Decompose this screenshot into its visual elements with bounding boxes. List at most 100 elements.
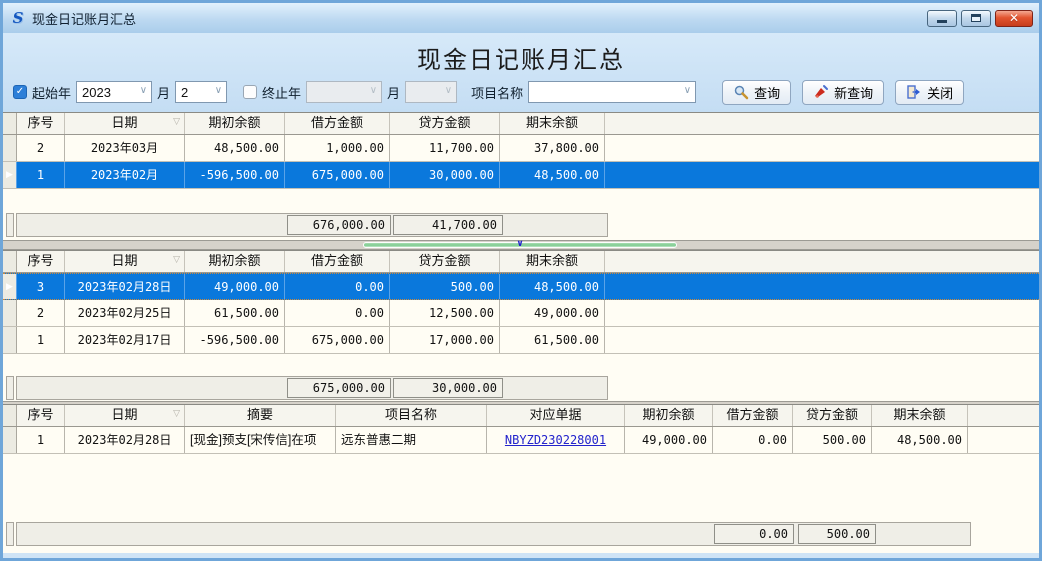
start-year-checkbox[interactable]: ✓ [13, 85, 27, 99]
row-pointer-icon: ▶ [6, 281, 13, 291]
totals-stub [6, 213, 14, 237]
header-seq[interactable]: 序号 [17, 405, 65, 426]
monthly-table-header: 序号 日期▽ 期初余额 借方金额 贷方金额 期末余额 [3, 113, 1039, 135]
header-credit[interactable]: 贷方金额 [390, 251, 500, 272]
header-credit[interactable]: 贷方金额 [793, 405, 872, 426]
table-row-selected[interactable]: ▶ 3 2023年02月28日 49,000.00 0.00 500.00 48… [3, 273, 1039, 300]
row-selector [3, 427, 17, 453]
cell-closing: 48,500.00 [872, 427, 968, 453]
table-row[interactable]: 1 2023年02月28日 [现金]预支[宋传信]在项 远东普惠二期 NBYZD… [3, 427, 1039, 454]
start-month-select[interactable]: 2∨ [175, 81, 227, 103]
header-opening[interactable]: 期初余额 [185, 113, 285, 134]
row-selector [3, 135, 17, 161]
cell-seq: 3 [17, 274, 65, 299]
header-credit[interactable]: 贷方金额 [390, 113, 500, 134]
table-row-selected[interactable]: ▶ 1 2023年02月 -596,500.00 675,000.00 30,0… [3, 162, 1039, 189]
table-row[interactable]: 2 2023年03月 48,500.00 1,000.00 11,700.00 … [3, 135, 1039, 162]
table-row[interactable]: 1 2023年02月17日 -596,500.00 675,000.00 17,… [3, 327, 1039, 354]
cell-opening: -596,500.00 [185, 162, 285, 188]
totals-bar: 0.00 500.00 [16, 522, 971, 546]
selector-header-cell [3, 251, 17, 272]
start-year-select[interactable]: 2023 ∨ [76, 81, 152, 103]
totals-stub [6, 376, 14, 400]
header-closing[interactable]: 期末余额 [500, 251, 605, 272]
row-selector: ▶ [3, 274, 17, 299]
chevron-down-icon: ∨ [140, 85, 147, 96]
selector-header-cell [3, 113, 17, 134]
header-date[interactable]: 日期▽ [65, 405, 185, 426]
detail-grid: 序号 日期▽ 摘要 项目名称 对应单据 期初余额 借方金额 贷方金额 期末余额 … [3, 404, 1039, 553]
start-year-value: 2023 [82, 85, 111, 100]
search-icon [733, 84, 749, 100]
end-year-checkbox[interactable] [243, 85, 257, 99]
totals-stub [6, 522, 14, 546]
cell-opening: 49,000.00 [185, 274, 285, 299]
cell-opening: -596,500.00 [185, 327, 285, 353]
row-selector: ▶ [3, 162, 17, 188]
close-button[interactable]: ✕ [995, 10, 1033, 27]
daily-table-header: 序号 日期▽ 期初余额 借方金额 贷方金额 期末余额 [3, 251, 1039, 273]
cell-debit: 0.00 [285, 300, 390, 326]
total-debit: 675,000.00 [287, 378, 391, 398]
header-project[interactable]: 项目名称 [336, 405, 487, 426]
cell-debit: 675,000.00 [285, 327, 390, 353]
chevron-down-icon: ∨ [445, 85, 452, 96]
header-debit[interactable]: 借方金额 [713, 405, 793, 426]
cell-closing: 37,800.00 [500, 135, 605, 161]
sort-icon: ▽ [173, 117, 180, 126]
cell-date: 2023年02月 [65, 162, 185, 188]
chevron-down-icon: ∨ [684, 85, 691, 96]
cell-credit: 12,500.00 [390, 300, 500, 326]
selector-header-cell [3, 405, 17, 426]
sort-icon: ▽ [173, 255, 180, 264]
totals-bar: 675,000.00 30,000.00 [16, 376, 608, 400]
total-debit: 0.00 [714, 524, 794, 544]
window-bottom-margin [3, 553, 1039, 558]
cell-seq: 1 [17, 327, 65, 353]
header-opening[interactable]: 期初余额 [185, 251, 285, 272]
cell-date: 2023年02月17日 [65, 327, 185, 353]
chevron-down-icon: ∨ [370, 85, 377, 96]
cell-closing: 48,500.00 [500, 162, 605, 188]
cell-seq: 1 [17, 162, 65, 188]
new-query-button[interactable]: 新查询 [802, 80, 884, 105]
cell-credit: 30,000.00 [390, 162, 500, 188]
titlebar[interactable]: S 现金日记账月汇总 ✕ [3, 3, 1039, 33]
cell-debit: 1,000.00 [285, 135, 390, 161]
header-opening[interactable]: 期初余额 [625, 405, 713, 426]
minimize-button[interactable] [927, 10, 957, 27]
header-closing[interactable]: 期末余额 [872, 405, 968, 426]
header-date[interactable]: 日期▽ [65, 251, 185, 272]
cell-opening: 61,500.00 [185, 300, 285, 326]
cell-voucher: NBYZD230228001 [487, 427, 625, 453]
cell-debit: 0.00 [713, 427, 793, 453]
close-form-button[interactable]: 关闭 [895, 80, 964, 105]
detail-table-header: 序号 日期▽ 摘要 项目名称 对应单据 期初余额 借方金额 贷方金额 期末余额 [3, 405, 1039, 427]
maximize-button[interactable] [961, 10, 991, 27]
cell-closing: 48,500.00 [500, 274, 605, 299]
query-button[interactable]: 查询 [722, 80, 791, 105]
header-debit[interactable]: 借方金额 [285, 251, 390, 272]
project-name-select[interactable]: ∨ [528, 81, 696, 103]
header-closing[interactable]: 期末余额 [500, 113, 605, 134]
header-seq[interactable]: 序号 [17, 251, 65, 272]
header-debit[interactable]: 借方金额 [285, 113, 390, 134]
sort-icon: ▽ [173, 409, 180, 418]
splitter-chevron-icon: ∨ [516, 239, 523, 248]
window-title: 现金日记账月汇总 [32, 9, 136, 28]
header-voucher[interactable]: 对应单据 [487, 405, 625, 426]
cell-project: 远东普惠二期 [336, 427, 487, 453]
end-year-select[interactable]: ∨ [306, 81, 382, 103]
splitter-handle[interactable]: ∨ [363, 242, 677, 248]
header-date[interactable]: 日期▽ [65, 113, 185, 134]
table-row[interactable]: 2 2023年02月25日 61,500.00 0.00 12,500.00 4… [3, 300, 1039, 327]
cell-date: 2023年03月 [65, 135, 185, 161]
voucher-link[interactable]: NBYZD230228001 [505, 433, 606, 447]
end-month-select[interactable]: ∨ [405, 81, 457, 103]
totals-bar: 676,000.00 41,700.00 [16, 213, 608, 237]
end-year-label: 终止年 [262, 83, 301, 102]
header-summary[interactable]: 摘要 [185, 405, 336, 426]
app-icon: S [9, 9, 27, 27]
header-seq[interactable]: 序号 [17, 113, 65, 134]
start-month-value: 2 [181, 85, 188, 100]
